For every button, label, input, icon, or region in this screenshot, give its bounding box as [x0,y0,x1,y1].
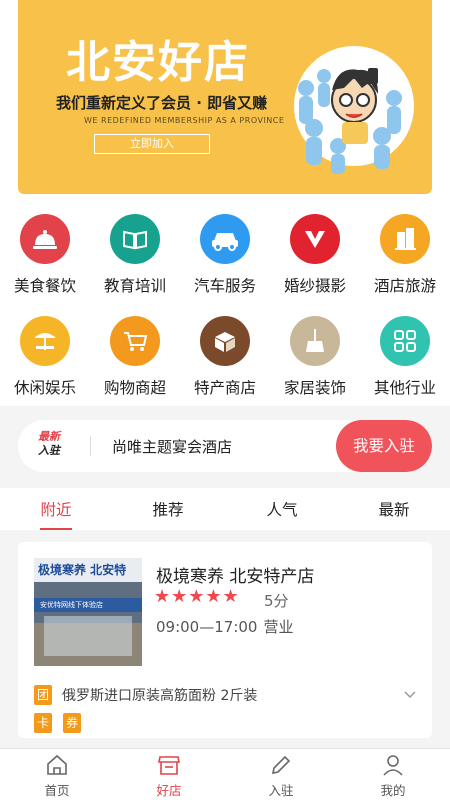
hours-time: 09:00—17:00 [156,618,258,636]
tab-nearby[interactable]: 附近 [16,498,96,520]
nav-label: 首页 [44,783,70,798]
tab-recommended[interactable]: 推荐 [128,498,208,520]
user-icon [383,755,403,776]
wedding-heart-icon [290,214,340,264]
book-icon [110,214,160,264]
category-label: 家居装饰 [283,379,346,397]
category-label: 教育培训 [103,277,166,295]
category-home[interactable]: 家居装饰 [270,302,360,402]
nav-label: 我的 [380,783,406,798]
banner-title: 北安好店 [66,37,250,88]
tab-popular[interactable]: 人气 [242,498,322,520]
category-label: 购物商超 [103,379,166,397]
category-label: 婚纱摄影 [283,277,346,295]
nav-join[interactable]: 入驻 [236,753,326,799]
new-merchant-notice[interactable]: 最新 入驻 尚唯主题宴会酒店 我要入驻 [18,420,432,472]
category-label: 特产商店 [193,379,256,397]
category-label: 其他行业 [373,379,436,397]
shop-list: 极境寒养 北安特 安优特网线下体验店 极境寒养 北安特产店 ★★★★★ 5分 0… [0,530,450,748]
shop-card[interactable]: 极境寒养 北安特 安优特网线下体验店 极境寒养 北安特产店 ★★★★★ 5分 0… [18,542,432,738]
building-icon [380,214,430,264]
category-shopping[interactable]: 购物商超 [90,302,180,402]
filter-tabs: 附近 推荐 人气 最新 [0,488,450,530]
banner: 北安好店 我们重新定义了会员 · 即省又赚 WE REDEFINED MEMBE… [0,0,450,200]
banner-subtitle-en: WE REDEFINED MEMBERSHIP AS A PROVINCE [84,116,285,125]
shop-icon [158,756,180,775]
mascot-illustration [294,46,414,174]
category-label: 酒店旅游 [373,277,436,295]
category-specialty[interactable]: 特产商店 [180,302,270,402]
category-leisure[interactable]: 休闲娱乐 [0,302,90,402]
rating-score: 5分 [264,592,289,610]
card-badge: 卡 [34,713,52,733]
category-education[interactable]: 教育培训 [90,200,180,300]
nav-shops[interactable]: 好店 [124,753,214,799]
category-hotel[interactable]: 酒店旅游 [360,200,450,300]
shopping-cart-icon [110,316,160,366]
food-cloche-icon [20,214,70,264]
join-now-button[interactable]: 立即加入 [94,134,210,154]
nav-label: 入驻 [268,783,294,798]
rating-stars: ★★★★★ [154,586,240,607]
notice-text[interactable]: 尚唯主题宴会酒店 [112,436,232,457]
category-label: 美食餐饮 [13,277,76,295]
gift-box-icon [200,316,250,366]
category-wedding[interactable]: 婚纱摄影 [270,200,360,300]
business-hours: 09:00—17:00 营业 [156,616,293,637]
shop-image-window [44,616,132,656]
hours-suffix: 营业 [263,618,294,636]
nav-home[interactable]: 首页 [12,753,102,799]
beach-chair-icon [20,316,70,366]
shop-image-sign: 极境寒养 北安特 [34,558,142,582]
coupon-badge: 券 [63,713,82,733]
group-deal-row[interactable]: 团 俄罗斯进口原装高筋面粉 2斤装 [34,684,418,706]
category-food[interactable]: 美食餐饮 [0,200,90,300]
benefit-badges: 卡 券 [34,712,87,733]
shop-name[interactable]: 极境寒养 北安特产店 [156,562,314,587]
category-label: 休闲娱乐 [13,379,76,397]
home-icon [47,754,67,775]
nav-me[interactable]: 我的 [348,753,438,799]
category-label: 汽车服务 [193,277,256,295]
bottom-nav: 首页 好店 入驻 我的 [0,748,450,800]
tab-latest[interactable]: 最新 [354,498,434,520]
notice-section: 最新 入驻 尚唯主题宴会酒店 我要入驻 [0,406,450,488]
tag-line-1: 最新 [38,430,60,443]
tag-line-2: 入驻 [38,444,60,457]
chevron-down-icon[interactable] [402,686,418,702]
latest-join-tag: 最新 入驻 [38,430,74,462]
category-grid: 美食餐饮 教育培训 汽车服务 婚纱摄影 酒店旅游 休闲娱乐 购物商超 特产商店 … [0,200,450,406]
shop-image-banner: 安优特网线下体验店 [34,598,142,612]
shop-image[interactable]: 极境寒养 北安特 安优特网线下体验店 [34,558,142,666]
promo-banner[interactable]: 北安好店 我们重新定义了会员 · 即省又赚 WE REDEFINED MEMBE… [18,0,432,194]
group-deal-badge: 团 [34,685,52,705]
banner-subtitle: 我们重新定义了会员 · 即省又赚 [56,94,268,112]
broom-icon [290,316,340,366]
car-icon [200,214,250,264]
category-other[interactable]: 其他行业 [360,302,450,402]
join-merchant-button[interactable]: 我要入驻 [336,420,432,472]
group-deal-text: 俄罗斯进口原装高筋面粉 2斤装 [62,688,258,704]
category-auto[interactable]: 汽车服务 [180,200,270,300]
nav-label: 好店 [156,783,182,798]
pencil-icon [271,755,291,775]
divider [90,436,91,456]
grid-icon [380,316,430,366]
